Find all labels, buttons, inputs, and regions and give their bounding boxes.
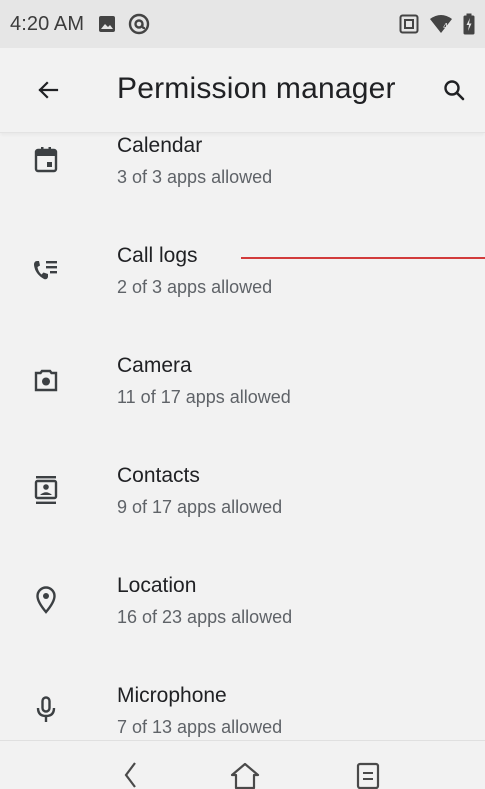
permission-subtitle: 16 of 23 apps allowed	[117, 607, 293, 627]
nav-home-button[interactable]	[225, 761, 265, 789]
status-bar: 4:20 AM 4	[0, 0, 485, 48]
permission-list: Calendar 3 of 3 apps allowed Call logs 2…	[0, 133, 485, 740]
permission-title: Camera	[117, 354, 192, 377]
recents-icon	[356, 761, 380, 789]
navigation-bar	[0, 740, 485, 789]
permission-title: Microphone	[117, 684, 227, 707]
camera-icon	[32, 366, 60, 394]
permission-subtitle: 2 of 3 apps allowed	[117, 277, 273, 297]
calendar-icon	[32, 146, 60, 174]
nav-back-button[interactable]	[111, 761, 151, 789]
battery-charging-icon	[463, 13, 475, 35]
location-icon	[32, 586, 60, 614]
contacts-icon	[32, 476, 60, 504]
search-icon	[442, 78, 466, 107]
at-sign-icon	[128, 13, 150, 35]
nav-recents-button[interactable]	[348, 761, 388, 789]
permission-title: Calendar	[117, 134, 203, 157]
app-bar: Permission manager	[0, 48, 485, 133]
permission-item-microphone[interactable]: Microphone 7 of 13 apps allowed	[0, 660, 485, 740]
status-left-icons	[98, 13, 150, 35]
page-title: Permission manager	[117, 72, 396, 105]
back-button[interactable]	[30, 74, 66, 110]
permission-title: Location	[117, 574, 197, 597]
search-button[interactable]	[436, 74, 472, 110]
permission-manager-screen: 4:20 AM 4 Permission manager Calendar 3 …	[0, 0, 485, 789]
permission-item-location[interactable]: Location 16 of 23 apps allowed	[0, 550, 485, 660]
permission-subtitle: 9 of 17 apps allowed	[117, 497, 283, 517]
status-right-icons: 4	[399, 13, 475, 35]
wifi-icon: 4	[429, 14, 453, 34]
permission-item-camera[interactable]: Camera 11 of 17 apps allowed	[0, 330, 485, 440]
permission-title: Contacts	[117, 464, 200, 487]
permission-item-calendar[interactable]: Calendar 3 of 3 apps allowed	[0, 133, 485, 220]
permission-subtitle: 11 of 17 apps allowed	[117, 387, 291, 407]
permission-subtitle: 7 of 13 apps allowed	[117, 717, 283, 737]
nav-back-icon	[121, 761, 141, 789]
microphone-icon	[32, 696, 60, 724]
permission-item-call-logs[interactable]: Call logs 2 of 3 apps allowed	[0, 220, 485, 330]
permission-item-contacts[interactable]: Contacts 9 of 17 apps allowed	[0, 440, 485, 550]
permission-title: Call logs	[117, 244, 198, 267]
home-icon	[229, 761, 261, 789]
annotation-line	[241, 257, 485, 259]
nfc-icon	[399, 14, 419, 34]
arrow-back-icon	[36, 78, 60, 107]
permission-subtitle: 3 of 3 apps allowed	[117, 167, 273, 187]
svg-text:4: 4	[443, 22, 448, 31]
call-log-icon	[32, 256, 60, 284]
image-icon	[98, 15, 116, 33]
status-time: 4:20 AM	[10, 12, 85, 35]
